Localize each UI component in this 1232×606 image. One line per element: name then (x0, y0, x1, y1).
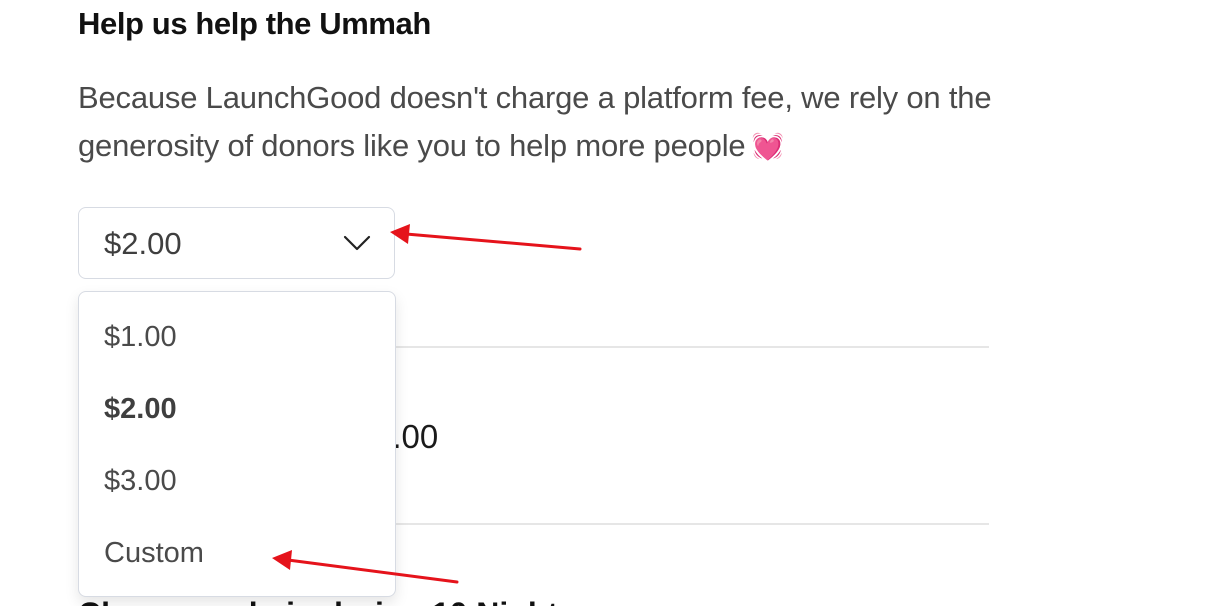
dropdown-option-selected[interactable]: $2.00 (79, 381, 395, 437)
dropdown-option-custom[interactable]: Custom (79, 525, 395, 581)
description-text: Because LaunchGood doesn't charge a plat… (78, 80, 992, 163)
dropdown-option[interactable]: $1.00 (79, 309, 395, 365)
pink-heart-icon: 💓 (751, 131, 784, 161)
section-description: Because LaunchGood doesn't charge a plat… (78, 74, 1008, 170)
chevron-down-icon (343, 235, 371, 251)
tip-amount-select[interactable]: $2.00 (78, 207, 395, 279)
divider (395, 346, 989, 348)
dropdown-option[interactable]: $3.00 (79, 453, 395, 509)
tip-amount-dropdown-menu: $1.00 $2.00 $3.00 Custom (78, 291, 396, 597)
divider (395, 523, 989, 525)
section-title: Help us help the Ummah (78, 6, 431, 41)
selected-tip-value: $2.00 (104, 226, 182, 261)
annotation-arrow-select (390, 224, 582, 251)
